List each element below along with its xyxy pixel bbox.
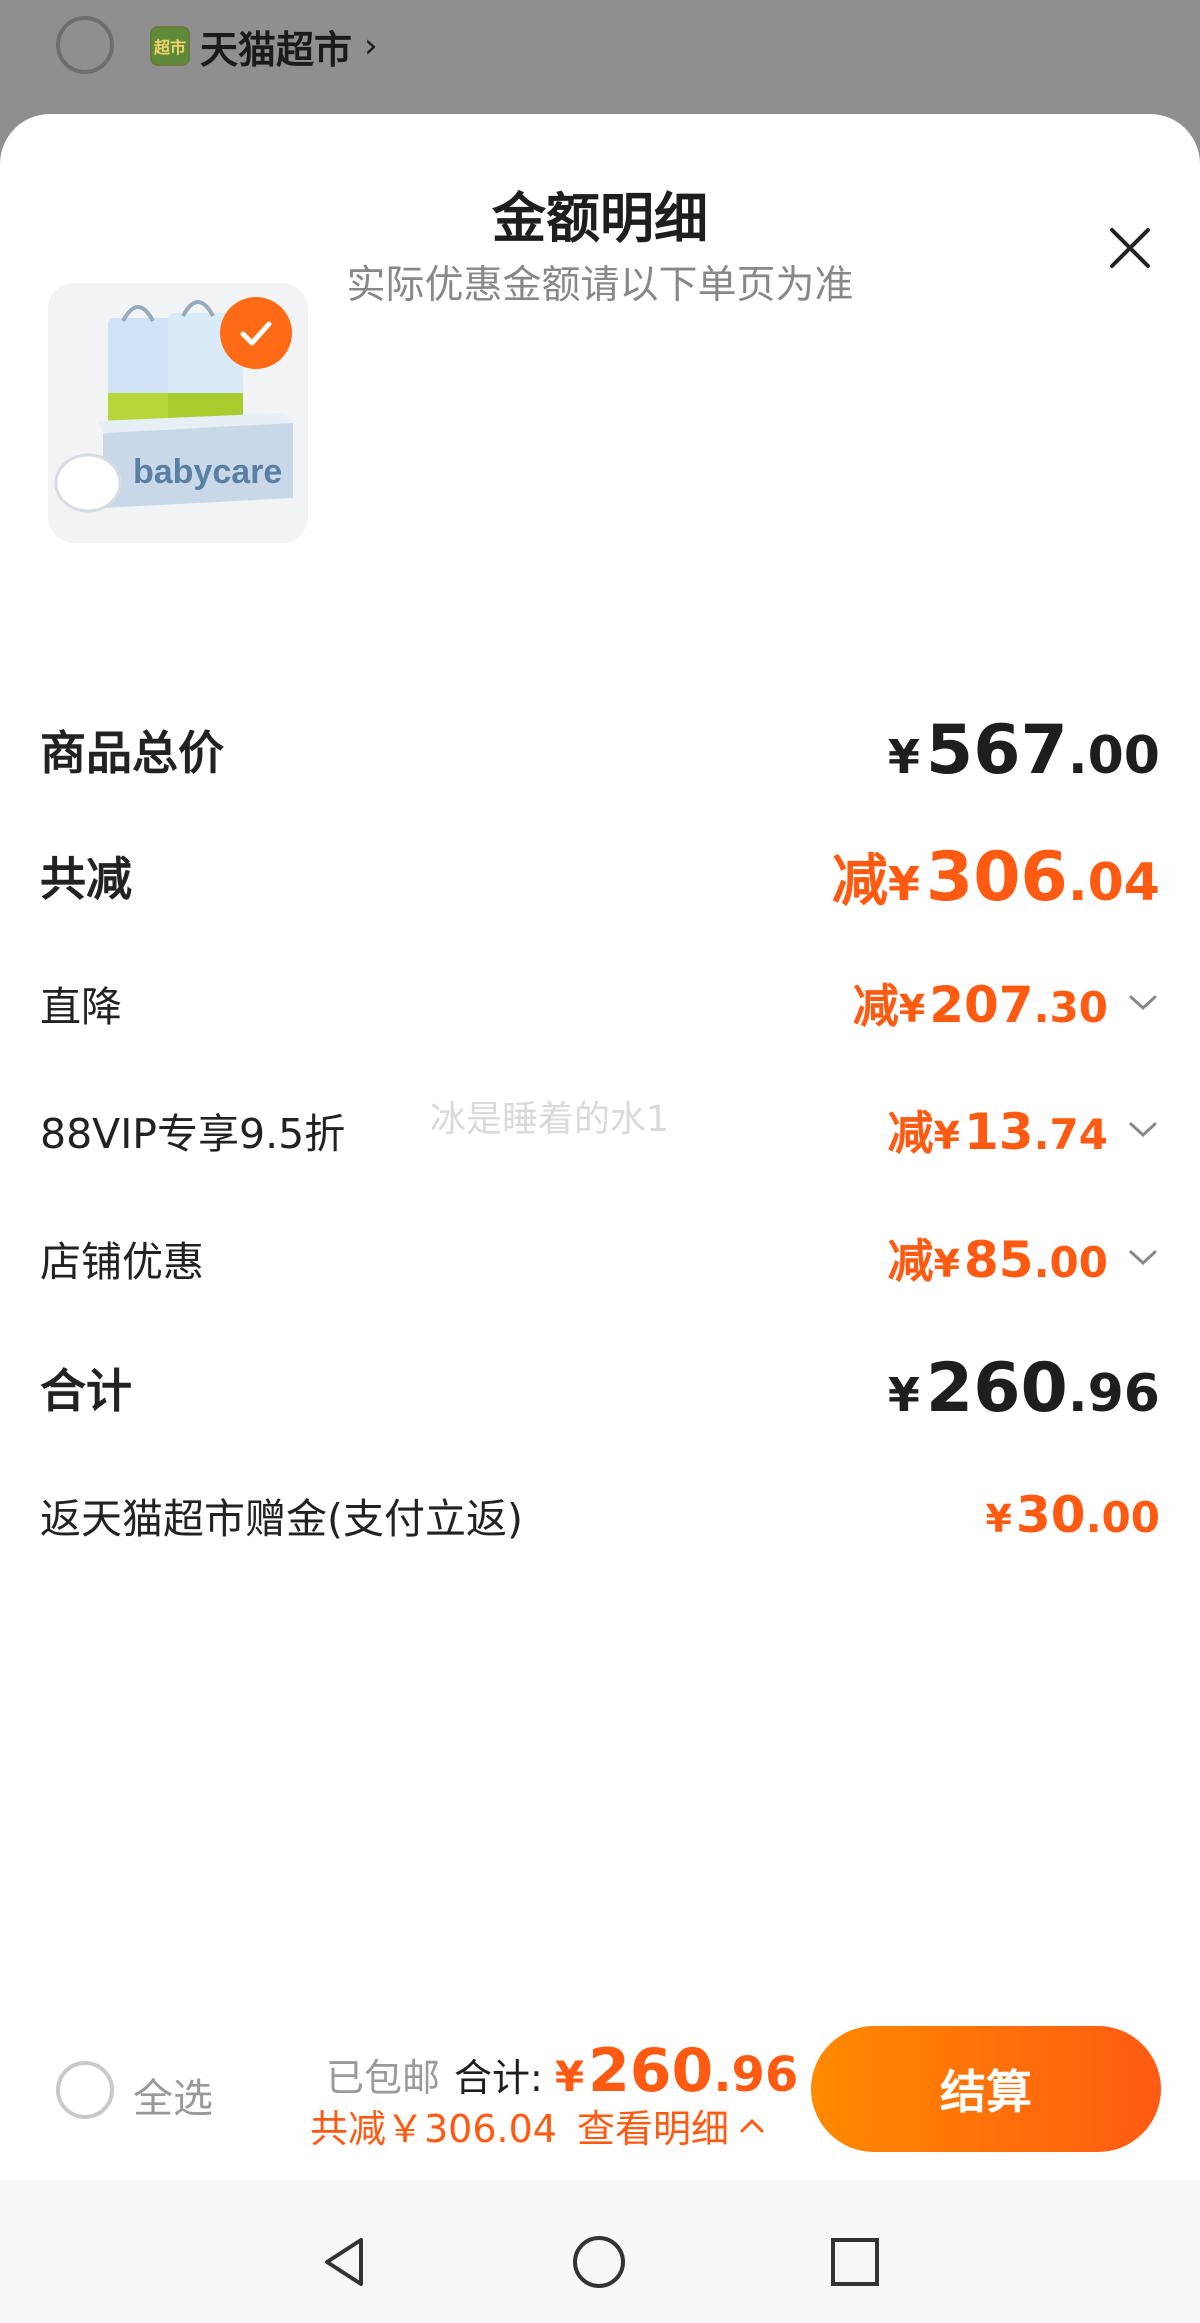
discount-summary[interactable]: 共减￥306.04 查看明细 [310, 2098, 765, 2153]
store-header: 超市 天猫超市 › [150, 20, 378, 72]
amount-integer: 260 [588, 2036, 714, 2106]
discount-prefix: 减 [852, 979, 899, 1033]
amount-decimal: .00 [1085, 1493, 1160, 1542]
row-rebate: 返天猫超市赠金(支付立返) ¥ 30 .00 [40, 1482, 1160, 1548]
row-total-discount: 共减 减 ¥ 306 .04 [40, 836, 1160, 917]
amount-integer: 13 [964, 1103, 1034, 1161]
row-direct-drop[interactable]: 直降 减 ¥ 207 .30 [40, 970, 1160, 1036]
select-all-label[interactable]: 全选 [133, 2066, 213, 2124]
direct-drop-label: 直降 [40, 983, 122, 1031]
amount-decimal: .96 [1067, 1363, 1160, 1424]
row-total-price: 商品总价 ¥ 567 .00 [40, 711, 1160, 790]
yen-symbol: ¥ [933, 1114, 960, 1158]
store-discount-amount: 减 ¥ 85 .00 [888, 1225, 1108, 1291]
discount-summary-text: 共减￥306.04 [310, 2107, 557, 2151]
yen-symbol: ¥ [554, 2052, 585, 2101]
amount-decimal: .04 [1067, 852, 1160, 913]
close-icon [1110, 228, 1150, 268]
yen-symbol: ¥ [887, 856, 920, 911]
product-selected-check[interactable] [220, 297, 292, 369]
yen-symbol: ¥ [887, 1367, 920, 1422]
amount-integer: 567 [925, 710, 1068, 790]
vip-discount-label: 88VIP专享9.5折 [40, 1110, 346, 1158]
check-icon [240, 321, 272, 346]
total-price-label: 商品总价 [40, 726, 224, 780]
checkout-button[interactable]: 结算 [811, 2026, 1161, 2152]
direct-drop-amount: 减 ¥ 207 .30 [853, 970, 1108, 1036]
close-button[interactable] [1096, 214, 1164, 282]
free-shipping-label: 已包邮 [326, 2056, 441, 2100]
yen-symbol: ¥ [933, 1242, 960, 1286]
discount-prefix: 减 [887, 1106, 934, 1160]
rebate-label: 返天猫超市赠金(支付立返) [40, 1495, 523, 1543]
row-subtotal: 合计 ¥ 260 .96 [40, 1349, 1160, 1428]
product-brand-text: babycare [133, 453, 282, 491]
amount-decimal: .30 [1033, 983, 1108, 1032]
yen-symbol: ¥ [898, 987, 926, 1031]
amount-integer: 207 [929, 976, 1034, 1034]
discount-prefix: 减 [887, 1234, 934, 1288]
store-discount-label: 店铺优惠 [40, 1238, 204, 1286]
chevron-down-icon[interactable] [1126, 1241, 1160, 1275]
nav-back-button[interactable] [315, 2232, 375, 2292]
yen-symbol: ¥ [985, 1497, 1012, 1541]
yen-symbol: ¥ [887, 729, 920, 784]
amount-integer: 30 [1016, 1486, 1086, 1544]
subtotal-amount: ¥ 260 .96 [888, 1349, 1160, 1428]
amount-integer: 85 [964, 1231, 1034, 1289]
amount-integer: 306 [925, 837, 1068, 917]
chevron-down-icon[interactable] [1126, 986, 1160, 1020]
vip-discount-amount: 减 ¥ 13 .74 [888, 1097, 1108, 1163]
subtotal-label: 合计 [40, 1364, 132, 1418]
chevron-up-icon[interactable] [739, 2117, 765, 2135]
sheet-title: 金额明细 [492, 187, 708, 250]
sum-amount: ¥ 260 .96 [555, 2036, 799, 2106]
nav-back-icon [325, 2238, 363, 2286]
rebate-amount: ¥ 30 .00 [986, 1486, 1160, 1544]
amount-decimal: .00 [1067, 725, 1160, 786]
view-detail-link[interactable]: 查看明细 [577, 2098, 729, 2153]
total-discount-label: 共减 [40, 852, 132, 906]
total-price-amount: ¥ 567 .00 [888, 711, 1160, 790]
select-all-radio[interactable] [56, 2061, 114, 2119]
watermark-text: 冰是睡着的水1 [430, 1099, 669, 1140]
amount-decimal: .00 [1033, 1238, 1108, 1287]
amount-decimal: .74 [1033, 1110, 1108, 1159]
nav-recents-button[interactable] [825, 2232, 885, 2292]
nav-home-button[interactable] [569, 2232, 629, 2292]
discount-prefix: 减 [831, 848, 888, 914]
store-logo-icon: 超市 [150, 26, 190, 66]
row-store-discount[interactable]: 店铺优惠 减 ¥ 85 .00 [40, 1225, 1160, 1291]
amount-decimal: .96 [713, 2047, 799, 2103]
store-select-radio [56, 16, 114, 74]
store-name: 天猫超市 [200, 27, 353, 72]
chevron-down-icon[interactable] [1126, 1113, 1160, 1147]
amount-integer: 260 [925, 1348, 1068, 1428]
chevron-right-icon: › [364, 26, 378, 66]
nav-recents-icon [831, 2238, 879, 2286]
sum-label: 合计: [454, 2056, 543, 2100]
order-sum: 已包邮 合计: ¥ 260 .96 [326, 2036, 798, 2106]
total-discount-amount: 减 ¥ 306 .04 [832, 836, 1160, 917]
nav-home-icon [573, 2236, 625, 2288]
